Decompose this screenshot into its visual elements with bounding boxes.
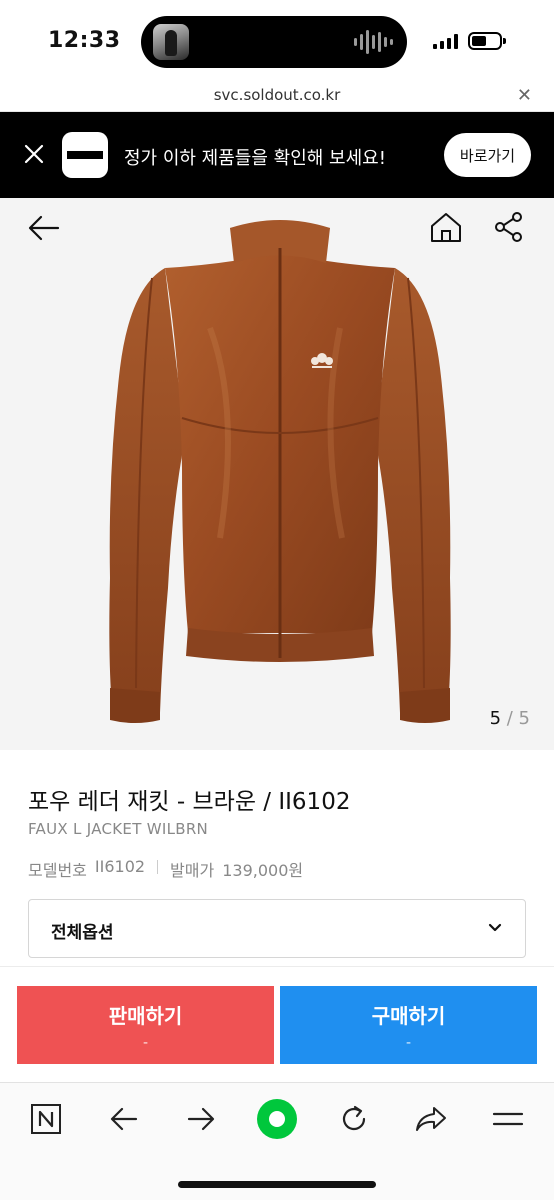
home-icon[interactable] [428,210,464,244]
page-separator: / [501,708,519,729]
battery-icon [468,32,506,50]
image-page-indicator: 5 / 5 [490,708,530,729]
share-icon[interactable] [492,210,526,244]
product-photo-jacket [109,220,451,723]
back-arrow-icon[interactable] [26,212,62,244]
app-logo [62,132,108,178]
now-playing-thumbnail [153,24,189,60]
browser-toolbar [0,1082,554,1200]
release-price-label: 발매가 [170,861,215,880]
meta-divider [157,860,159,874]
naver-icon[interactable] [26,1099,66,1139]
total-pages: 5 [518,708,530,729]
go-to-app-button[interactable]: 바로가기 [444,133,531,177]
url-bar: svc.soldout.co.kr ✕ [0,80,554,112]
share-arrow-icon[interactable] [411,1099,451,1139]
sell-button-price: - [142,1035,149,1051]
option-select-label: 전체옵션 [51,923,114,943]
buy-button-label: 구매하기 [371,1004,446,1028]
product-meta: 모델번호 II6102 발매가 139,000원 [28,857,303,881]
product-title: 포우 레더 재킷 - 브라운 / II6102 [28,789,351,815]
status-time: 12:33 [48,28,121,53]
current-page: 5 [489,708,502,729]
release-price-value: 139,000원 [222,861,304,880]
refresh-icon[interactable] [334,1099,374,1139]
size-option-select[interactable]: 전체옵션 [28,899,526,958]
menu-icon[interactable] [488,1099,528,1139]
model-number-value: II6102 [94,857,146,876]
cellular-signal-icon [433,34,458,49]
forward-arrow-icon[interactable] [181,1099,221,1139]
sell-button-label: 판매하기 [108,1004,183,1028]
close-icon[interactable]: ✕ [517,85,532,106]
buy-button[interactable]: 구매하기 - [280,986,537,1064]
sell-button[interactable]: 판매하기 - [17,986,274,1064]
model-number-label: 모델번호 [28,861,87,880]
back-arrow-icon[interactable] [104,1099,144,1139]
dynamic-island[interactable] [141,16,407,68]
chevron-down-icon [488,923,502,932]
home-indicator[interactable] [178,1181,376,1188]
product-subtitle: FAUX L JACKET WILBRN [28,820,209,838]
section-divider [0,966,554,967]
status-bar: 12:33 [0,0,554,80]
buy-button-price: - [405,1035,412,1051]
audio-waveform-icon [354,29,393,55]
app-download-banner: 정가 이하 제품들을 확인해 보세요! 바로가기 [0,112,554,198]
close-icon[interactable] [22,142,46,166]
url-text[interactable]: svc.soldout.co.kr [0,86,554,104]
green-dot-icon[interactable] [256,1098,298,1140]
banner-message: 정가 이하 제품들을 확인해 보세요! [124,148,386,169]
product-image-carousel[interactable]: 5 / 5 [0,198,554,750]
